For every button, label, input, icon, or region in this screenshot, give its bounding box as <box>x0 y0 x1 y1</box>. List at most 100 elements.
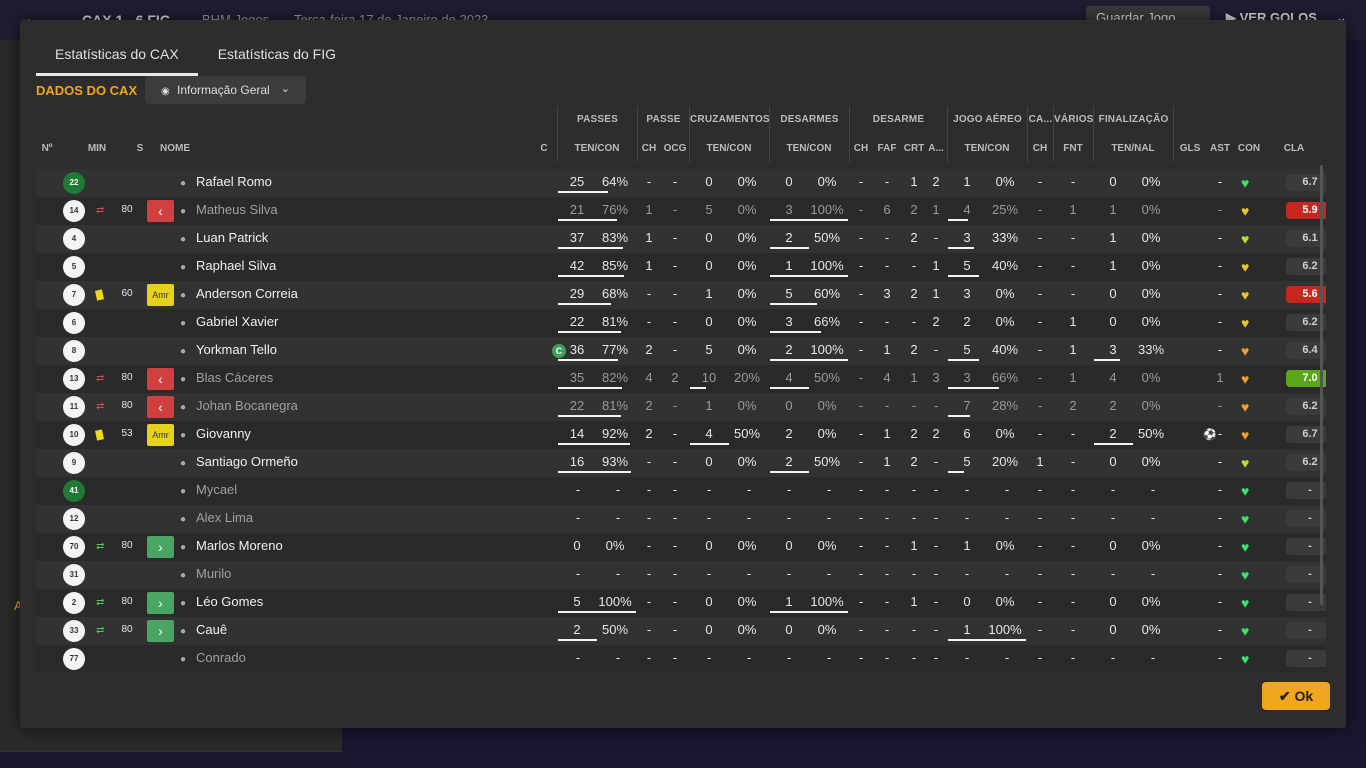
stat-cell: - <box>1037 426 1043 441</box>
table-row[interactable]: 22 ● Rafael Romo 25 64% - -0 0% 0 0% - -1 2 1 0% - -0 0% -… <box>36 169 1326 197</box>
player-name[interactable]: ● Conrado <box>180 645 246 672</box>
header-s[interactable]: S <box>132 143 148 154</box>
player-name[interactable]: ● Rafael Romo <box>180 169 272 197</box>
player-name[interactable]: ● Blas Cáceres <box>180 365 273 393</box>
stat-cell: - <box>575 482 581 497</box>
header-ch2[interactable]: CH <box>851 143 871 154</box>
group-label: DESARMES <box>780 114 839 125</box>
success-bar <box>948 219 968 221</box>
table-row[interactable]: 4 ● Luan Patrick 37 83% 1-0 0% 2 50% - -2-3 33% - -1 0… <box>36 225 1326 253</box>
group-label: DESARME <box>872 114 925 125</box>
table-row[interactable]: 70 ⇄ 80 › ● Marlos Moreno 0 0% - -0 0% 0 0% - -1-1 0% - -… <box>36 533 1326 561</box>
ok-button[interactable]: ✔ Ok <box>1262 682 1330 710</box>
stat-cell: - <box>964 482 970 497</box>
player-name[interactable]: ● Léo Gomes <box>180 589 263 617</box>
stat-cell: - <box>672 650 678 665</box>
header-des[interactable]: TEN/CON <box>769 143 849 154</box>
table-row[interactable]: 7 60 Amr ● Anderson Correia 29 68% - -1 0% 5 60% -3 2… <box>36 281 1326 309</box>
success-bar <box>558 415 621 417</box>
header-ocg[interactable]: OCG <box>662 143 688 154</box>
player-name[interactable]: ● Giovanny <box>180 421 251 449</box>
tab-fig-stats[interactable]: Estatísticas do FIG <box>198 38 355 76</box>
table-row[interactable]: 2 ⇄ 80 › ● Léo Gomes 5 100% - -0 0% 1 100% - -1-0 0% - -0… <box>36 589 1326 617</box>
table-row[interactable]: 33 ⇄ 80 › ● Cauê 2 50% - -0 0% 0 0% - - - -1 100% - -0 0% - ♥ - <box>36 617 1326 645</box>
player-name[interactable]: ● Cauê <box>180 617 227 645</box>
stat-cell: - <box>858 482 864 497</box>
player-name[interactable]: ● Yorkman Tello <box>180 337 277 365</box>
eye-icon: ◉ <box>161 86 170 97</box>
stat-cell: - <box>1070 454 1076 469</box>
header-cruz[interactable]: TEN/CON <box>689 143 769 154</box>
stat-cell: 4 <box>883 370 891 385</box>
stat-cell: - <box>646 286 652 301</box>
stat-cell: 2 <box>932 314 940 329</box>
stat-cell: - <box>646 174 652 189</box>
table-row[interactable]: 6 ● Gabriel Xavier 22 81% - -0 0% 3 66% - - -2 2 0% -1 0… <box>36 309 1326 337</box>
info-dropdown[interactable]: ◉ Informação Geral ⌄ <box>145 76 306 104</box>
stat-cell: - <box>672 594 678 609</box>
stat-cell: - <box>1037 482 1043 497</box>
stat-cell: 2 <box>645 398 653 413</box>
stat-attempts: 1 <box>1109 202 1117 217</box>
stat-cell: - <box>1037 370 1043 385</box>
player-name[interactable]: ● Marlos Moreno <box>180 533 283 561</box>
stat-cell: - <box>884 314 890 329</box>
header-gls[interactable]: GLS <box>1176 143 1204 154</box>
scrollbar[interactable] <box>1320 165 1323 605</box>
table-row[interactable]: 10 53 Amr ● Giovanny 14 92% 2-4 50% 2 0% -1 2 2 6 0% - -2… <box>36 421 1326 449</box>
player-name-label: Mycael <box>196 482 238 497</box>
stat-attempts: 0 <box>1109 454 1117 469</box>
player-name[interactable]: ● Santiago Ormeño <box>180 449 298 477</box>
header-min[interactable]: MIN <box>82 143 112 154</box>
player-name[interactable]: ● Matheus Silva <box>180 197 278 225</box>
header-num[interactable]: Nº <box>36 143 58 154</box>
table-row[interactable]: 31 ● Murilo - - - - - - - - - - - - - - - - - - - ♥ - <box>36 561 1326 589</box>
stat-cell: 3 <box>883 286 891 301</box>
success-bar <box>948 471 964 473</box>
player-name[interactable]: ● Mycael <box>180 477 237 505</box>
player-name[interactable]: ● Murilo <box>180 561 231 589</box>
stat-cell: - <box>1217 258 1223 273</box>
table-row[interactable]: 14 ⇄ 80 ‹ ● Matheus Silva 21 76% 1-5 0% 3 100% -6 2 1 4… <box>36 197 1326 225</box>
header-fin[interactable]: TEN/NAL <box>1093 143 1173 154</box>
header-faf[interactable]: FAF <box>875 143 899 154</box>
player-name[interactable]: ● Luan Patrick <box>180 225 268 253</box>
stat-cell: - <box>1217 622 1223 637</box>
yellow-card-badge: Amr <box>147 424 174 446</box>
minutes: 80 <box>121 372 133 383</box>
table-row[interactable]: 9 ● Santiago Ormeño 16 93% - -0 0% 2 50% -1 2-5 20% 1… <box>36 449 1326 477</box>
tab-cax-stats[interactable]: Estatísticas do CAX <box>36 38 198 76</box>
player-name[interactable]: ● Gabriel Xavier <box>180 309 278 337</box>
stat-percent: 0% <box>737 594 757 609</box>
stat-percent: 0% <box>995 538 1015 553</box>
header-a[interactable]: A... <box>926 143 946 154</box>
header-ch1[interactable]: CH <box>639 143 659 154</box>
header-passes[interactable]: TEN/CON <box>557 143 637 154</box>
table-row[interactable]: 5 ● Raphael Silva 42 85% 1-0 0% 1 100% - - -1 5 40% - -… <box>36 253 1326 281</box>
player-name[interactable]: ● Raphael Silva <box>180 253 276 281</box>
player-name[interactable]: ● Alex Lima <box>180 505 253 533</box>
header-ast[interactable]: AST <box>1208 143 1232 154</box>
player-name[interactable]: ● Anderson Correia <box>180 281 298 309</box>
header-aer[interactable]: TEN/CON <box>947 143 1027 154</box>
table-row[interactable]: 12 ● Alex Lima - - - - - - - - - - - - - - - - - - - ♥ - <box>36 505 1326 533</box>
table-row[interactable]: 8 ● Yorkman Tello C 36 77% 2-5 0% 2 100% -1 2-5 40% -… <box>36 337 1326 365</box>
header-ch3[interactable]: CH <box>1029 143 1051 154</box>
header-name[interactable]: NOME <box>160 143 200 154</box>
header-c[interactable]: C <box>536 143 552 154</box>
table-row[interactable]: 11 ⇄ 80 ‹ ● Johan Bocanegra 22 81% 2-1 0% 0 0% - - - -7… <box>36 393 1326 421</box>
stat-cell: - <box>1110 650 1116 665</box>
success-bar <box>770 471 809 473</box>
header-fnt[interactable]: FNT <box>1057 143 1089 154</box>
table-row[interactable]: 13 ⇄ 80 ‹ ● Blas Cáceres 35 82% 4 2 10 20% 4 50% -4 1 3 3… <box>36 365 1326 393</box>
header-con[interactable]: CON <box>1236 143 1262 154</box>
stat-cell: - <box>1217 566 1223 581</box>
player-name[interactable]: ● Johan Bocanegra <box>180 393 298 421</box>
header-cla[interactable]: CLA <box>1279 143 1309 154</box>
player-name-label: Santiago Ormeño <box>196 454 298 469</box>
table-row[interactable]: 77 ● Conrado - - - - - - - - - - - - - - - - - - - ♥ - <box>36 645 1326 672</box>
header-crt[interactable]: CRT <box>902 143 926 154</box>
table-row[interactable]: 41 ● Mycael - - - - - - - - - - - - - - - - - - - ♥ - <box>36 477 1326 505</box>
stat-cell: 2 <box>932 426 940 441</box>
stat-cell: 1 <box>910 370 918 385</box>
